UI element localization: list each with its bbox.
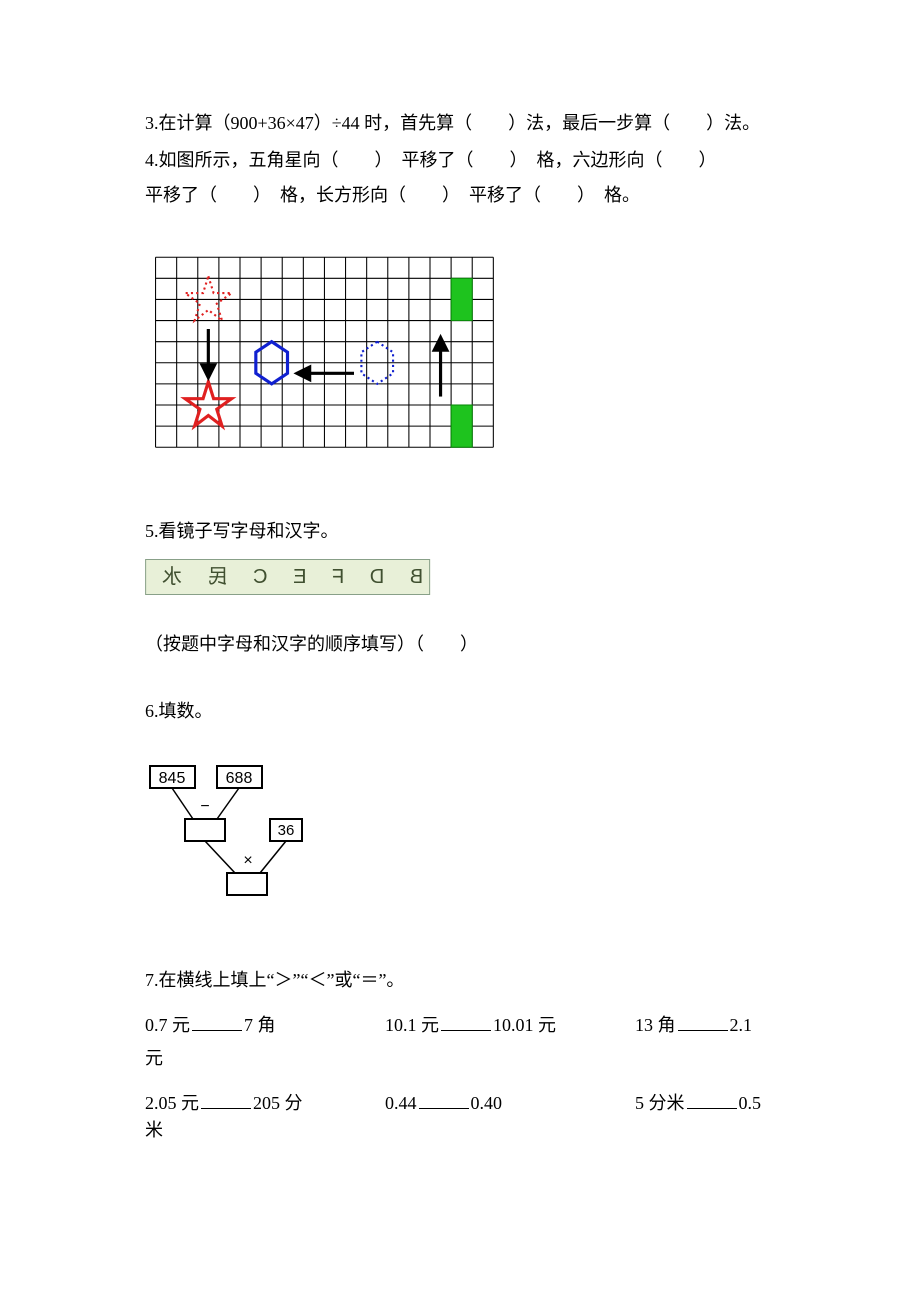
star-dotted-icon — [185, 276, 231, 320]
q6-figure: 845 688 − 36 × — [145, 761, 775, 929]
q5-sub: （按题中字母和汉字的顺序填写）（ ） — [145, 631, 775, 658]
question-4: 4.如图所示，五角星向（ ） 平移了（ ） 格，六边形向（ ） 平移了（ ） 格… — [145, 147, 775, 217]
question-5: 5.看镜子写字母和汉字。 B D F E C 民 水 （按题中字母和汉字的顺序填… — [145, 518, 775, 658]
rect-post-icon — [451, 405, 472, 447]
blank-input[interactable] — [201, 1090, 251, 1109]
arrow-up-icon — [434, 338, 447, 397]
blank-input[interactable] — [687, 1090, 737, 1109]
q7-r1c3: 13 角2.1 — [635, 1012, 775, 1039]
q7-r1c3-tail: 元 — [145, 1045, 775, 1072]
rect-pre-icon — [451, 279, 472, 321]
minus-icon: − — [200, 798, 209, 815]
blank-input[interactable] — [419, 1090, 469, 1109]
question-3: 3.在计算（900+36×47）÷44 时，首先算（ ）法，最后一步算（ ）法。 — [145, 110, 775, 137]
q7-title: 7.在横线上填上“＞”“＜”或“＝”。 — [145, 967, 775, 994]
mirror-text-box: B D F E C 民 水 — [145, 559, 430, 595]
q7-r2c2: 0.440.40 — [385, 1090, 635, 1117]
blank-input[interactable] — [678, 1012, 728, 1031]
q7-r2c3-tail: 米 — [145, 1117, 775, 1144]
q7-r1c2: 10.1 元10.01 元 — [385, 1012, 635, 1039]
question-6: 6.填数。 845 688 − 36 — [145, 698, 775, 929]
q6-title: 6.填数。 — [145, 698, 775, 725]
q4-line2: 平移了（ ） 格，长方形向（ ） 平移了（ ） 格。 — [145, 174, 775, 217]
q3-text: 3.在计算（900+36×47）÷44 时，首先算（ ）法，最后一步算（ ）法。 — [145, 113, 760, 133]
q7-row-2: 2.05 元205 分 0.440.40 5 分米0.5 — [145, 1090, 775, 1117]
q7-row-1: 0.7 元7 角 10.1 元10.01 元 13 角2.1 — [145, 1012, 775, 1039]
q5-title: 5.看镜子写字母和汉字。 — [145, 518, 775, 545]
q7-r2c1: 2.05 元205 分 — [145, 1090, 385, 1117]
times-icon: × — [243, 852, 252, 869]
q7-r2c3: 5 分米0.5 — [635, 1090, 775, 1117]
blank-input[interactable] — [441, 1012, 491, 1031]
blank-input[interactable] — [192, 1012, 242, 1031]
question-7: 7.在横线上填上“＞”“＜”或“＝”。 0.7 元7 角 10.1 元10.01… — [145, 967, 775, 1144]
star-solid-icon — [185, 382, 231, 426]
q7-r1c1: 0.7 元7 角 — [145, 1012, 385, 1039]
box-c-text: 36 — [278, 822, 295, 839]
box-a-text: 845 — [159, 770, 186, 787]
box-b-text: 688 — [226, 770, 253, 787]
q4-line1: 4.如图所示，五角星向（ ） 平移了（ ） 格，六边形向（ ） — [145, 147, 775, 174]
q4-grid-figure — [145, 245, 775, 478]
arrow-down-icon — [202, 329, 215, 378]
